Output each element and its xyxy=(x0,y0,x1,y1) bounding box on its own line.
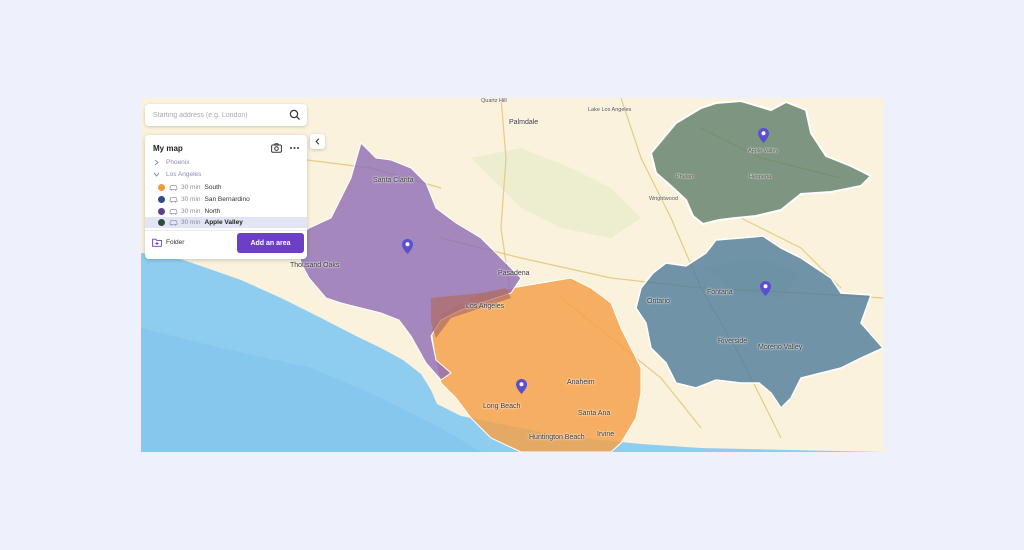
search-icon[interactable] xyxy=(288,108,302,122)
map-pin-apple-valley[interactable] xyxy=(758,128,769,143)
map-label: Pasadena xyxy=(498,270,530,277)
area-duration: 30 min xyxy=(181,208,201,215)
hills xyxy=(471,148,641,238)
add-area-button[interactable]: Add an area xyxy=(237,233,304,253)
map-label: Riverside xyxy=(718,338,748,345)
map-label: Moreno Valley xyxy=(758,344,803,351)
area-row-apple-valley[interactable]: 30 min Apple Valley xyxy=(145,217,307,228)
car-icon xyxy=(169,220,178,226)
map-label: Thousand Oaks xyxy=(290,262,340,269)
folder-button[interactable]: Folder xyxy=(152,238,184,247)
chevron-left-icon xyxy=(315,138,320,145)
map-label: Santa Clarita xyxy=(373,177,414,184)
folder-plus-icon xyxy=(152,238,162,247)
area-duration: 30 min xyxy=(181,219,201,226)
search-bar xyxy=(145,104,307,126)
map-label: Santa Ana xyxy=(578,410,611,417)
map-label: Palmdale xyxy=(509,119,539,126)
area-apple-valley xyxy=(649,99,873,226)
area-color-dot xyxy=(158,184,165,191)
map-pin-south[interactable] xyxy=(516,379,527,394)
map-label: Apple Valley xyxy=(748,148,779,154)
group-label: Los Angeles xyxy=(166,171,202,178)
map-label: Fontana xyxy=(707,289,733,296)
map-label: Irvine xyxy=(597,431,615,438)
search-input[interactable] xyxy=(145,111,288,119)
area-row-north[interactable]: 30 min North xyxy=(145,206,307,217)
map-label: Huntington Beach xyxy=(529,434,585,441)
area-name: North xyxy=(204,208,221,215)
group-los-angeles[interactable]: Los Angeles xyxy=(153,171,201,178)
area-name: South xyxy=(204,184,222,191)
map-label: Anaheim xyxy=(567,379,595,386)
collapse-panel-button[interactable] xyxy=(310,134,325,149)
area-duration: 30 min xyxy=(181,196,201,203)
map-label: Quartz Hill xyxy=(481,98,507,104)
area-duration: 30 min xyxy=(181,184,201,191)
map-label: Lake Los Angeles xyxy=(588,107,632,113)
map-panel: My map Phoenix Los Angeles 30 min South … xyxy=(145,135,307,259)
area-color-dot xyxy=(158,219,165,226)
area-color-dot xyxy=(158,196,165,203)
divider xyxy=(145,230,307,231)
area-name: Apple Valley xyxy=(204,219,243,226)
area-row-south[interactable]: 30 min South xyxy=(145,182,307,193)
camera-icon[interactable] xyxy=(271,143,282,153)
group-label: Phoenix xyxy=(166,159,190,166)
panel-title: My map xyxy=(153,144,183,153)
area-san-bernardino xyxy=(635,235,883,410)
car-icon xyxy=(169,185,178,191)
chevron-right-icon xyxy=(154,159,159,166)
area-row-san-bernardino[interactable]: 30 min San Bernardino xyxy=(145,194,307,205)
map-label: Long Beach xyxy=(483,403,521,410)
map-label: Los Angeles xyxy=(466,303,505,310)
map-label: Wrightwood xyxy=(649,196,678,202)
map-label: Hesperia xyxy=(749,174,772,180)
map-pin-north[interactable] xyxy=(402,239,413,254)
car-icon xyxy=(169,197,178,203)
folder-label: Folder xyxy=(166,239,185,246)
more-options-icon[interactable] xyxy=(289,143,300,153)
area-color-dot xyxy=(158,208,165,215)
area-name: San Bernardino xyxy=(204,196,250,203)
chevron-down-icon xyxy=(153,172,160,177)
car-icon xyxy=(169,209,178,215)
map-pin-san-bernardino[interactable] xyxy=(760,281,771,296)
map-label: Ontario xyxy=(647,298,670,305)
map-label: Phelan xyxy=(676,174,694,180)
group-phoenix[interactable]: Phoenix xyxy=(153,159,190,166)
